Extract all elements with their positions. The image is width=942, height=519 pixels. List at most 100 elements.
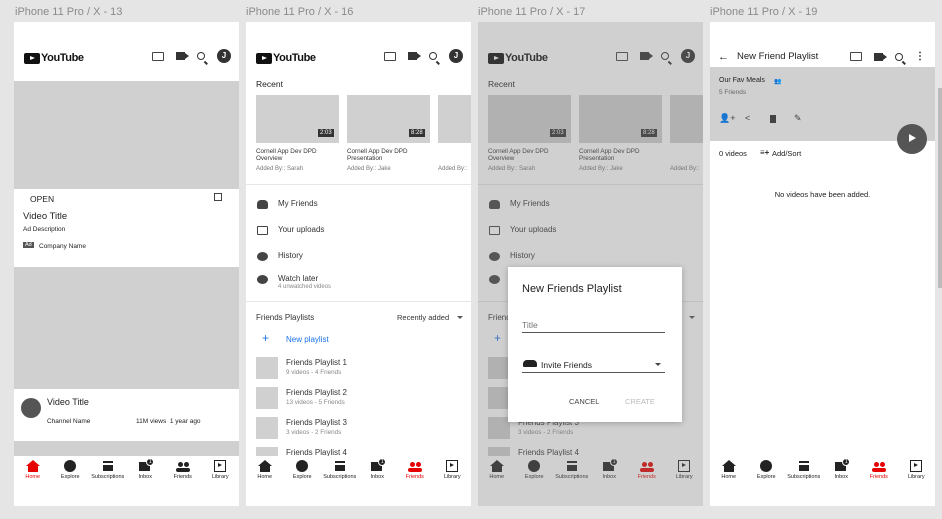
bottom-nav: Home Explore Subscriptions 1 Inbox Friend… <box>710 456 935 488</box>
nav-explore[interactable]: Explore <box>52 460 88 480</box>
recent-video-title[interactable]: Cornell App Dev DPD Presentation <box>347 148 429 162</box>
playlist-thumbnail[interactable] <box>256 387 278 409</box>
playlist-app-bar: ← New Friend Playlist ⋮ <box>710 22 935 72</box>
video-title[interactable]: Video Title <box>47 397 89 407</box>
friends-icon <box>407 462 422 472</box>
frame-title-16: iPhone 11 Pro / X - 16 <box>246 6 354 18</box>
playlist-thumbnail[interactable] <box>256 417 278 439</box>
nav-library[interactable]: Library <box>202 460 238 480</box>
library-menu-subtext: 4 unwatched videos <box>278 284 332 290</box>
friends-icon <box>257 200 268 209</box>
new-playlist-button[interactable]: New playlist <box>286 335 329 344</box>
nav-subscriptions[interactable]: Subscriptions <box>90 460 126 480</box>
recent-thumbnail[interactable] <box>438 95 471 143</box>
inbox-badge: 1 <box>146 458 155 466</box>
youtube-logo[interactable]: YouTube <box>256 52 316 64</box>
dim-overlay[interactable] <box>478 22 703 506</box>
more-vert-icon[interactable]: ⋮ <box>915 51 925 61</box>
search-icon[interactable] <box>197 52 205 60</box>
playlist-header-title: New Friend Playlist <box>737 51 819 62</box>
video-thumbnail[interactable] <box>14 267 239 389</box>
nav-inbox[interactable]: 1 Inbox <box>823 458 859 480</box>
playlist-title-input[interactable] <box>522 317 665 333</box>
plus-icon[interactable]: + <box>262 331 269 345</box>
invite-friends-select[interactable]: Invite Friends <box>522 359 665 373</box>
phone-home-screen: YouTube J OPEN Video Title Ad Descriptio… <box>14 22 239 506</box>
inbox-badge: 1 <box>842 458 851 466</box>
camera-icon[interactable] <box>408 52 421 60</box>
dialog-title: New Friends Playlist <box>522 283 622 295</box>
nav-inbox[interactable]: 1 Inbox <box>359 458 395 480</box>
camera-icon[interactable] <box>176 52 189 60</box>
divider <box>246 301 471 302</box>
phone-library-dialog-screen: YouTube J Recent 2:03 Cornell App Dev DPD … <box>478 22 703 506</box>
recent-added-by: Added By:: Sarah <box>256 166 304 172</box>
back-arrow-icon[interactable]: ← <box>718 51 729 63</box>
search-icon[interactable] <box>895 52 903 61</box>
nav-home[interactable]: Home <box>15 460 51 480</box>
compass-icon <box>296 460 309 472</box>
add-sort-icon[interactable]: ≡+ <box>760 148 769 157</box>
playlist-name[interactable]: Friends Playlist 2 <box>286 388 347 397</box>
nav-library[interactable]: Library <box>898 460 934 480</box>
external-link-icon[interactable] <box>214 193 222 201</box>
playlist-thumbnail[interactable] <box>256 357 278 379</box>
nav-subscriptions[interactable]: Subscriptions <box>322 460 358 480</box>
ad-thumbnail[interactable] <box>14 81 239 189</box>
add-sort-button[interactable]: Add/Sort <box>772 149 801 158</box>
create-button[interactable]: CREATE <box>625 397 655 406</box>
search-icon[interactable] <box>429 52 437 60</box>
nav-explore[interactable]: Explore <box>284 460 320 480</box>
nav-friends[interactable]: Friends <box>397 460 433 480</box>
avatar[interactable]: J <box>217 49 231 63</box>
playlist-meta: 9 videos - 4 Friends <box>286 369 342 376</box>
nav-explore[interactable]: Explore <box>748 460 784 480</box>
library-menu-item[interactable]: Your uploads <box>278 225 324 234</box>
top-app-bar: YouTube J <box>14 22 239 84</box>
chevron-down-icon[interactable] <box>457 316 463 319</box>
nav-library[interactable]: Library <box>434 460 470 480</box>
edit-icon[interactable]: ✎ <box>794 113 802 124</box>
friends-playlists-heading: Friends Playlists <box>256 313 315 322</box>
add-friend-icon[interactable]: 👤+ <box>719 113 735 124</box>
delete-icon[interactable] <box>770 115 776 123</box>
history-icon <box>257 252 268 261</box>
recent-added-by: Added By:: Jake <box>347 166 391 172</box>
recent-video-title[interactable]: Cornell App Dev DPD Overview <box>256 148 338 162</box>
play-icon <box>909 134 916 142</box>
cast-icon[interactable] <box>384 51 396 61</box>
ad-description: Ad Description <box>23 226 66 233</box>
ad-open-label[interactable]: OPEN <box>30 194 54 204</box>
play-all-button[interactable] <box>897 124 927 154</box>
library-menu-item[interactable]: My Friends <box>278 199 318 208</box>
sort-dropdown[interactable]: Recently added <box>397 313 449 322</box>
scrollbar[interactable] <box>938 88 942 288</box>
nav-inbox[interactable]: 1 Inbox <box>127 458 163 480</box>
cast-icon[interactable] <box>850 52 862 61</box>
avatar[interactable]: J <box>449 49 463 63</box>
playlist-name[interactable]: Friends Playlist 1 <box>286 358 347 367</box>
playlist-name[interactable]: Friends Playlist 3 <box>286 418 347 427</box>
top-app-bar: YouTube J <box>246 22 471 66</box>
library-menu-item[interactable]: History <box>278 251 303 260</box>
camera-icon[interactable] <box>874 52 887 61</box>
friend-count: 5 Friends <box>719 89 747 96</box>
nav-home[interactable]: Home <box>711 460 747 480</box>
cast-icon[interactable] <box>152 51 164 61</box>
nav-friends[interactable]: Friends <box>861 460 897 480</box>
youtube-logo[interactable]: YouTube <box>24 52 84 64</box>
share-icon[interactable]: < <box>745 113 750 123</box>
nav-home[interactable]: Home <box>247 460 283 480</box>
friends-icon: 👥 <box>774 79 782 85</box>
cancel-button[interactable]: CANCEL <box>569 397 599 406</box>
library-menu-item[interactable]: Watch later <box>278 274 318 283</box>
divider <box>246 184 471 185</box>
channel-name[interactable]: Channel Name <box>47 418 90 425</box>
frame-title-19: iPhone 11 Pro / X - 19 <box>710 6 818 18</box>
nav-subscriptions[interactable]: Subscriptions <box>786 460 822 480</box>
play-square-icon <box>257 226 268 235</box>
video-meta: 11M views 1 year ago <box>136 418 201 425</box>
nav-friends[interactable]: Friends <box>165 460 201 480</box>
channel-avatar[interactable] <box>21 398 41 418</box>
compass-icon <box>760 460 773 472</box>
